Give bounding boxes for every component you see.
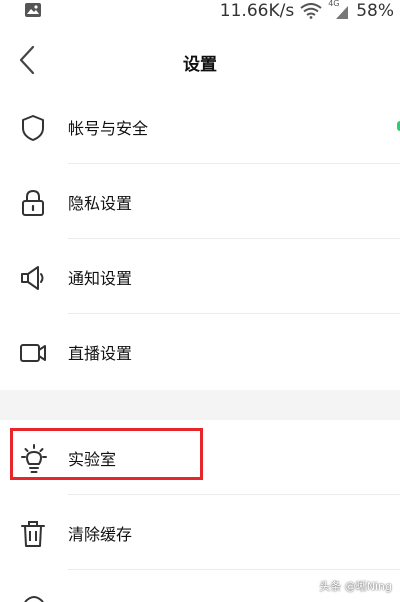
video-camera-icon bbox=[18, 338, 50, 366]
status-bar: 11.66K/s 4G 58% bbox=[0, 0, 400, 26]
lock-icon bbox=[18, 188, 50, 216]
page-title: 设置 bbox=[183, 55, 217, 75]
battery-level: 58% bbox=[356, 1, 394, 21]
settings-item-label: 直播设置 bbox=[68, 344, 133, 363]
speaker-icon bbox=[18, 263, 50, 291]
cellular-signal-icon: 4G bbox=[328, 0, 350, 20]
settings-item-privacy[interactable]: 隐私设置 bbox=[0, 164, 400, 239]
shield-icon bbox=[18, 113, 50, 141]
settings-item-label: 通知设置 bbox=[68, 269, 133, 288]
section-gap bbox=[0, 390, 400, 420]
status-indicators: 11.66K/s 4G 58% bbox=[220, 0, 394, 22]
watermark: 头条 @晰Ning bbox=[319, 580, 392, 593]
settings-item-clear-cache[interactable]: 清除缓存 bbox=[0, 495, 400, 570]
settings-item-label: 隐私设置 bbox=[68, 194, 133, 213]
trash-icon bbox=[18, 519, 50, 547]
network-speed: 11.66K/s bbox=[219, 1, 295, 21]
wifi-icon bbox=[300, 3, 322, 19]
row-divider bbox=[68, 569, 400, 570]
top-bar: 设置 bbox=[0, 26, 400, 96]
gallery-notification-icon bbox=[24, 2, 42, 18]
settings-item-live-streaming[interactable]: 直播设置 bbox=[0, 314, 400, 389]
settings-item-label: 帐号与安全 bbox=[68, 119, 149, 138]
highlight-box bbox=[10, 428, 203, 480]
settings-item-notifications[interactable]: 通知设置 bbox=[0, 239, 400, 314]
settings-item-label: 清除缓存 bbox=[68, 525, 133, 544]
settings-item-account-security[interactable]: 帐号与安全 bbox=[0, 89, 400, 164]
next-item-icon bbox=[22, 592, 46, 602]
